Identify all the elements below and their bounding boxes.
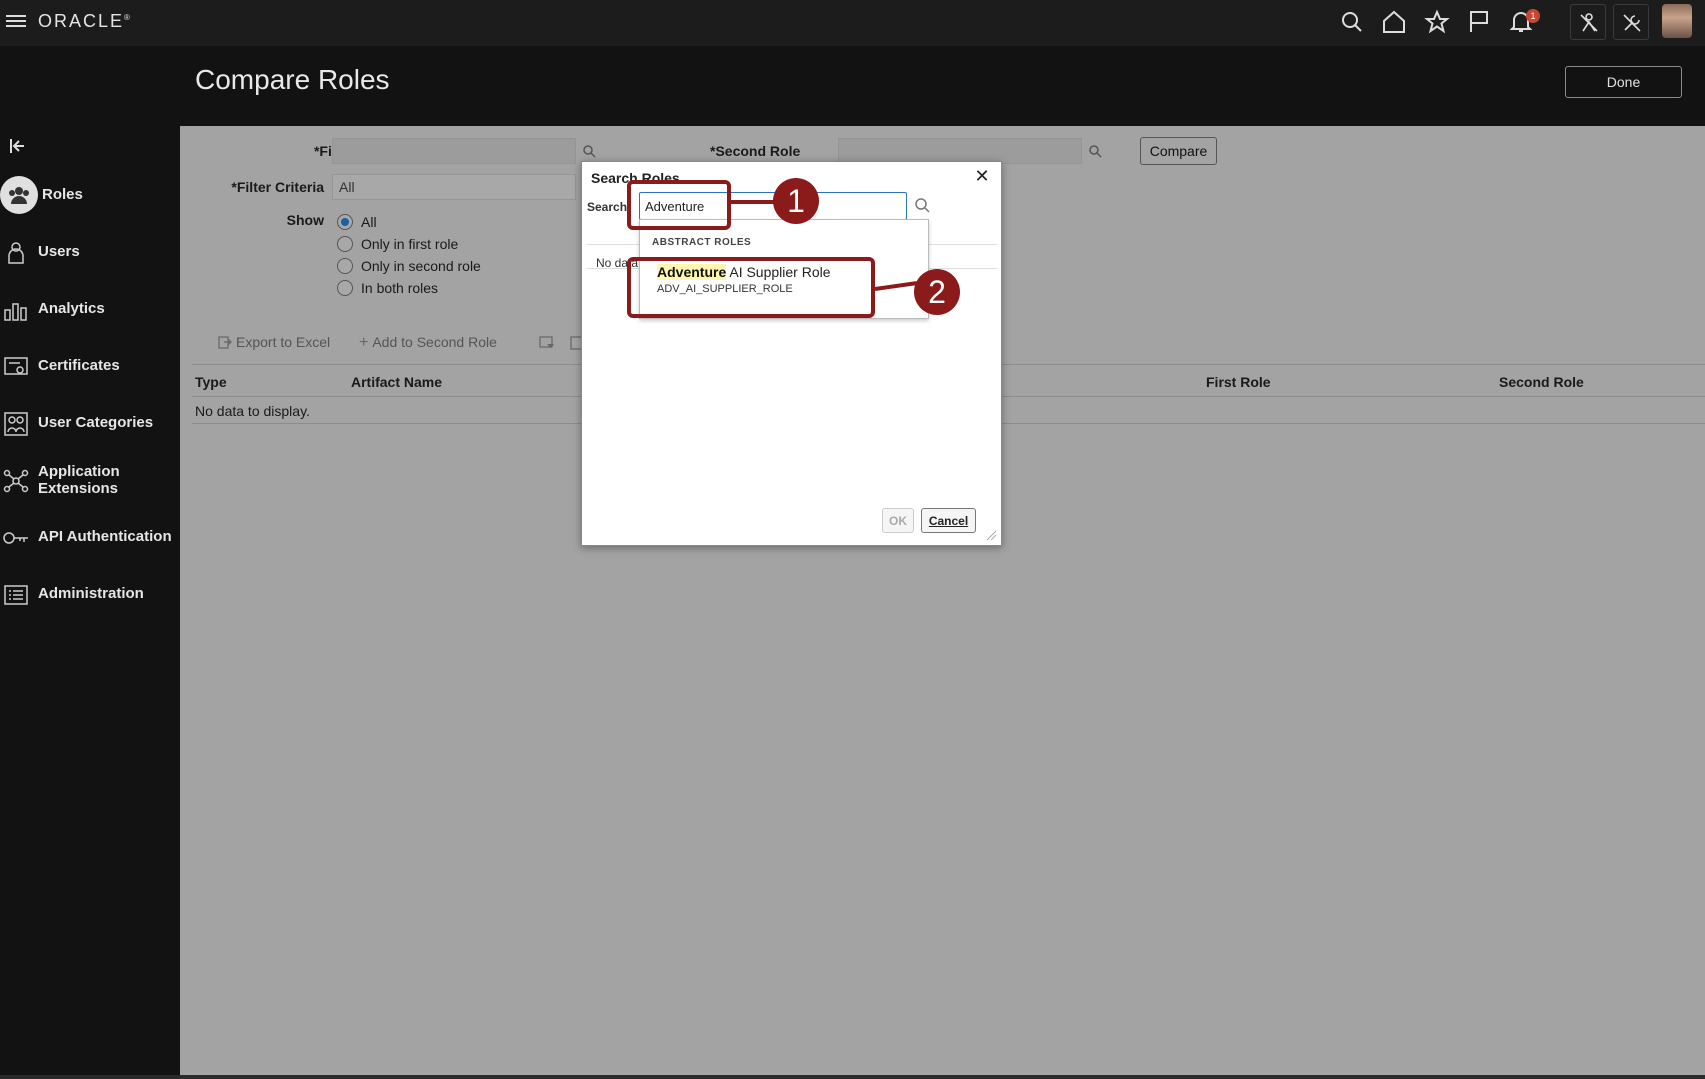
- sidebar-item-label: Analytics: [38, 300, 105, 317]
- top-bar: ORACLE® 1: [0, 0, 1705, 46]
- table-empty-message: No data to display.: [195, 403, 310, 419]
- api-authentication-icon: [2, 524, 30, 552]
- favorites-star-icon[interactable]: [1424, 9, 1450, 35]
- tools-off-icon[interactable]: [1613, 4, 1649, 40]
- user-avatar[interactable]: [1662, 4, 1692, 38]
- add-to-second-role-button[interactable]: + Add to Second Role: [359, 334, 497, 352]
- accessibility-off-icon[interactable]: [1570, 4, 1606, 40]
- sidebar-item-application-extensions[interactable]: Application Extensions: [0, 459, 180, 503]
- close-icon[interactable]: ✕: [972, 166, 992, 186]
- sidebar-item-administration[interactable]: Administration: [0, 573, 180, 617]
- application-extensions-icon: [2, 467, 30, 495]
- bottom-strip: [0, 1075, 1705, 1079]
- certificates-icon: [2, 353, 30, 381]
- sidebar-item-analytics[interactable]: Analytics: [0, 288, 180, 332]
- sidebar-item-label: Administration: [38, 585, 144, 602]
- home-icon[interactable]: [1381, 9, 1407, 35]
- roles-icon: [0, 176, 38, 214]
- plus-icon: +: [359, 334, 369, 351]
- filter-criteria-label: *Filter Criteria: [231, 179, 324, 195]
- callout-number-1: 1: [773, 178, 819, 224]
- done-button[interactable]: Done: [1565, 66, 1682, 98]
- flag-icon[interactable]: [1466, 9, 1492, 35]
- sidebar-item-certificates[interactable]: Certificates: [0, 345, 180, 389]
- radio-only-first[interactable]: [337, 236, 353, 252]
- left-sidebar: Roles Users Analytics Certificates User …: [0, 126, 180, 1079]
- filter-table-icon[interactable]: [539, 335, 555, 354]
- radio-both[interactable]: [337, 280, 353, 296]
- second-role-label: *Second Role: [710, 143, 801, 159]
- users-icon: [2, 239, 30, 267]
- ok-button[interactable]: OK: [882, 508, 914, 533]
- cancel-button[interactable]: Cancel: [921, 508, 976, 533]
- sidebar-item-label: User Categories: [38, 414, 154, 431]
- first-role-input[interactable]: [332, 138, 576, 164]
- sidebar-item-label: API Authentication: [38, 528, 172, 545]
- column-header-artifact-name[interactable]: Artifact Name: [351, 374, 442, 390]
- second-role-search-icon[interactable]: [1088, 144, 1102, 158]
- analytics-icon: [2, 296, 30, 324]
- hamburger-menu-icon[interactable]: [6, 12, 26, 30]
- callout-number-2: 2: [914, 269, 960, 315]
- oracle-logo[interactable]: ORACLE®: [38, 11, 130, 32]
- dropdown-section-header: ABSTRACT ROLES: [652, 237, 752, 248]
- first-role-search-icon[interactable]: [582, 144, 596, 158]
- export-to-excel-button[interactable]: Export to Excel: [218, 334, 330, 350]
- column-header-first-role[interactable]: First Role: [1206, 374, 1271, 390]
- administration-icon: [2, 581, 30, 609]
- sidebar-item-label: Application Extensions: [38, 463, 120, 497]
- page-title: Compare Roles: [195, 64, 390, 95]
- column-header-type[interactable]: Type: [195, 374, 227, 390]
- sidebar-item-label: Users: [38, 243, 80, 260]
- notifications-bell-icon[interactable]: 1: [1508, 9, 1540, 35]
- user-categories-icon: [2, 410, 30, 438]
- collapse-sidebar-icon[interactable]: [8, 136, 28, 156]
- resize-handle-icon[interactable]: [983, 527, 997, 541]
- sidebar-item-label: Roles: [42, 186, 83, 203]
- export-icon: [218, 336, 232, 349]
- column-header-second-role[interactable]: Second Role: [1499, 374, 1584, 390]
- search-icon[interactable]: [1339, 9, 1365, 35]
- sidebar-item-api-authentication[interactable]: API Authentication: [0, 516, 180, 560]
- show-label: Show: [286, 212, 324, 228]
- radio-all[interactable]: [337, 214, 353, 230]
- compare-button[interactable]: Compare: [1140, 137, 1217, 165]
- sidebar-item-label: Certificates: [38, 357, 120, 374]
- callout-line-1: [731, 200, 776, 204]
- sidebar-item-roles[interactable]: Roles: [0, 174, 180, 218]
- dialog-search-label: Search: [587, 200, 628, 214]
- sidebar-item-users[interactable]: Users: [0, 231, 180, 275]
- dialog-search-icon[interactable]: [914, 197, 930, 213]
- filter-criteria-select[interactable]: All: [332, 174, 576, 200]
- notification-count-badge: 1: [1526, 9, 1540, 23]
- sidebar-item-user-categories[interactable]: User Categories: [0, 402, 180, 446]
- callout-box-1: [627, 180, 731, 230]
- radio-only-second[interactable]: [337, 258, 353, 274]
- callout-box-2: [627, 257, 875, 318]
